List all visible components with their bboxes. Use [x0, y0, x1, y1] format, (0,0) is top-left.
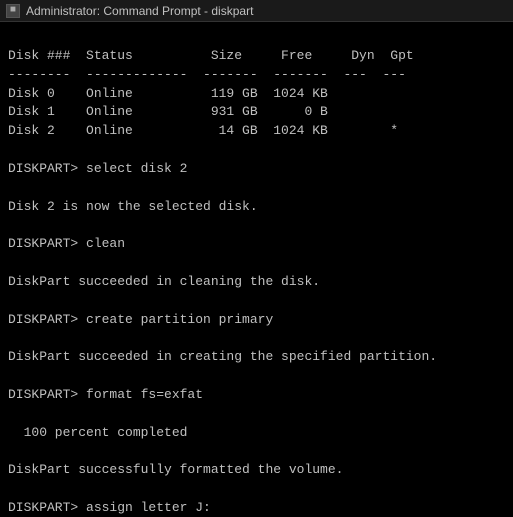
terminal-line [8, 216, 505, 235]
terminal-line: DiskPart successfully formatted the volu… [8, 461, 505, 480]
terminal-line [8, 480, 505, 499]
window-icon: ■ [6, 4, 20, 18]
terminal-window: Disk ### Status Size Free Dyn Gpt-------… [0, 22, 513, 517]
terminal-line [8, 254, 505, 273]
terminal-line [8, 141, 505, 160]
terminal-line: 100 percent completed [8, 424, 505, 443]
terminal-line [8, 179, 505, 198]
terminal-line: DiskPart succeeded in cleaning the disk. [8, 273, 505, 292]
terminal-line: DISKPART> select disk 2 [8, 160, 505, 179]
terminal-line [8, 405, 505, 424]
terminal-line: DISKPART> format fs=exfat [8, 386, 505, 405]
terminal-line [8, 367, 505, 386]
terminal-line: Disk 2 is now the selected disk. [8, 198, 505, 217]
terminal-line [8, 292, 505, 311]
terminal-line: Disk 2 Online 14 GB 1024 KB * [8, 122, 505, 141]
terminal-line [8, 330, 505, 349]
terminal-line: -------- ------------- ------- ------- -… [8, 66, 505, 85]
terminal-line: DISKPART> create partition primary [8, 311, 505, 330]
terminal-line [8, 443, 505, 462]
terminal-line: Disk ### Status Size Free Dyn Gpt [8, 47, 505, 66]
terminal-line: Disk 1 Online 931 GB 0 B [8, 103, 505, 122]
terminal-line: DiskPart succeeded in creating the speci… [8, 348, 505, 367]
title-bar-text: Administrator: Command Prompt - diskpart [26, 4, 253, 18]
title-bar: ■ Administrator: Command Prompt - diskpa… [0, 0, 513, 22]
terminal-line: Disk 0 Online 119 GB 1024 KB [8, 85, 505, 104]
terminal-line: DISKPART> clean [8, 235, 505, 254]
terminal-line: DISKPART> assign letter J: [8, 499, 505, 517]
terminal-line [8, 28, 505, 47]
